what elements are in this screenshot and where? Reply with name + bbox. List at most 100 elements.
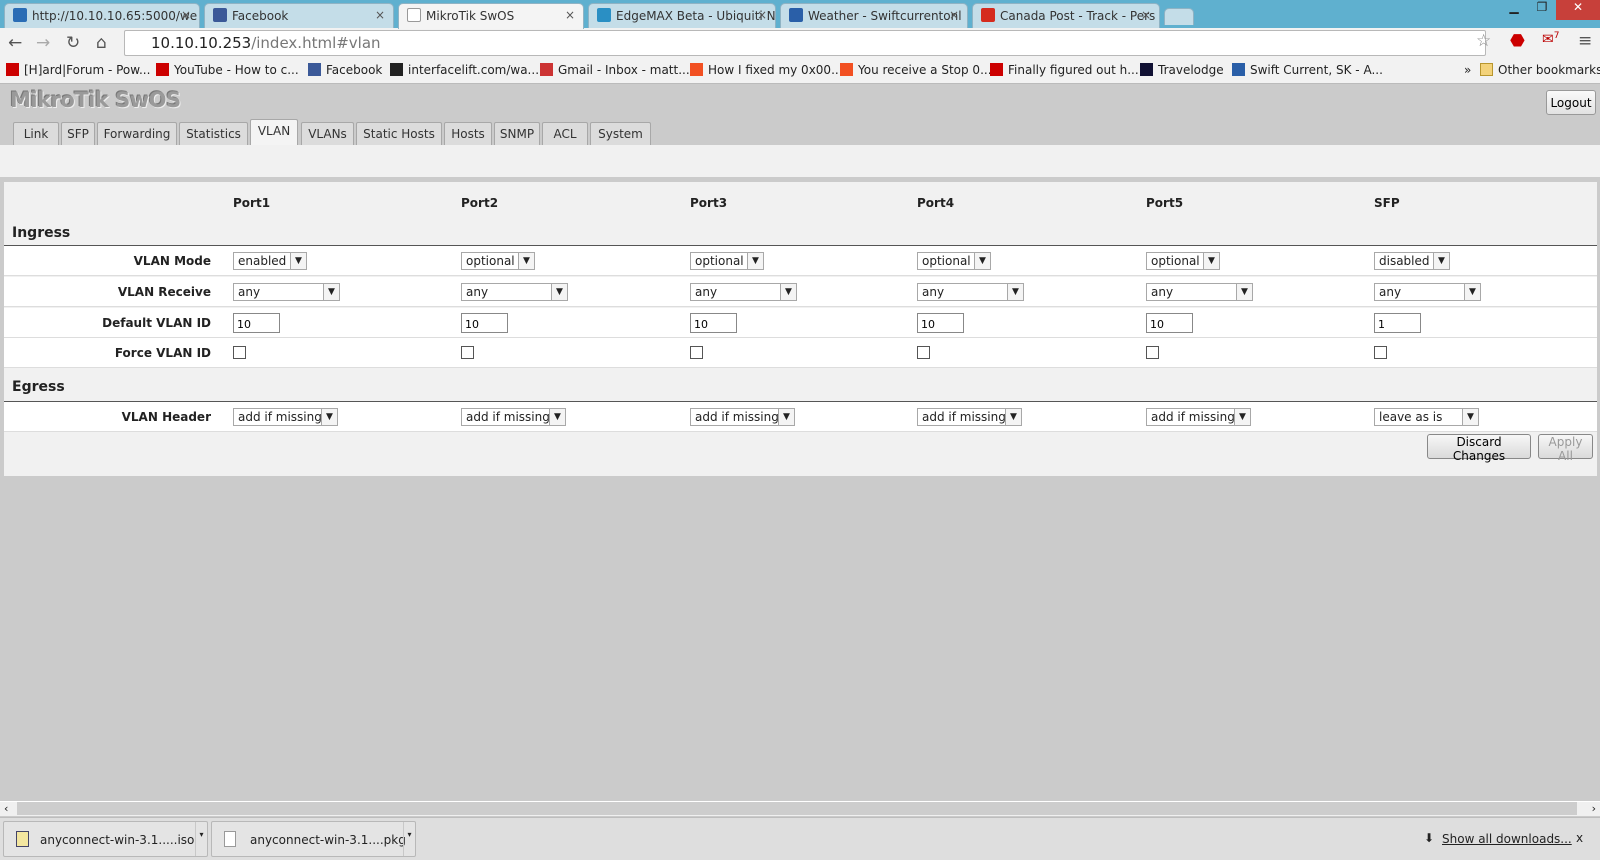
- download-item[interactable]: anyconnect-win-3.1.....iso ▾: [3, 821, 208, 857]
- close-tab-icon[interactable]: ×: [181, 8, 191, 22]
- microsoft-icon: [840, 63, 853, 76]
- header-select[interactable]: add if missing ▼: [461, 408, 566, 426]
- other-bookmarks[interactable]: Other bookmarks: [1480, 63, 1600, 77]
- force-vlan-id-checkbox[interactable]: [690, 346, 703, 359]
- mode-select[interactable]: disabled ▼: [1374, 252, 1450, 270]
- bookmark-item[interactable]: How I fixed my 0x00...: [690, 63, 843, 77]
- globe-icon: [789, 8, 803, 22]
- download-menu-icon[interactable]: ▾: [195, 822, 207, 856]
- tab-snmp[interactable]: SNMP: [494, 122, 540, 145]
- force-vlan-id-checkbox[interactable]: [461, 346, 474, 359]
- default-vlan-id-input[interactable]: [1146, 313, 1193, 333]
- tab-vlan[interactable]: VLAN: [250, 119, 298, 145]
- mode-select[interactable]: optional ▼: [917, 252, 991, 270]
- default-vlan-id-input[interactable]: [690, 313, 737, 333]
- logout-button[interactable]: Logout: [1546, 90, 1596, 115]
- show-all-downloads-link[interactable]: Show all downloads...: [1442, 832, 1572, 846]
- apply-all-button[interactable]: Apply All: [1538, 434, 1593, 463]
- forward-icon[interactable]: →: [36, 33, 50, 53]
- adblock-icon[interactable]: ⬣: [1510, 31, 1525, 51]
- force-vlan-id-checkbox[interactable]: [1146, 346, 1159, 359]
- default-vlan-id-input[interactable]: [1374, 313, 1421, 333]
- browser-tab[interactable]: Canada Post - Track - Pers ×: [972, 3, 1160, 28]
- bookmark-item[interactable]: Finally figured out h...: [990, 63, 1139, 77]
- ubiquiti-icon: [597, 8, 611, 22]
- receive-select[interactable]: any ▼: [917, 283, 1024, 301]
- close-tab-icon[interactable]: ×: [565, 8, 575, 22]
- gmail-checker-icon[interactable]: ✉7: [1542, 31, 1559, 48]
- bookmark-item[interactable]: You receive a Stop 0...: [840, 63, 992, 77]
- default-vlan-id-input[interactable]: [917, 313, 964, 333]
- file-icon: [224, 831, 236, 847]
- default-vlan-id-input[interactable]: [233, 313, 280, 333]
- tab-system[interactable]: System: [590, 122, 651, 145]
- browser-tab[interactable]: Weather - Swiftcurrentonl ×: [780, 3, 968, 28]
- chevron-down-icon: ▼: [551, 284, 567, 300]
- close-tab-icon[interactable]: ×: [1141, 8, 1151, 22]
- download-item[interactable]: anyconnect-win-3.1....pkg ▾: [211, 821, 416, 857]
- bookmark-item[interactable]: Gmail - Inbox - matt...: [540, 63, 690, 77]
- scrollbar-thumb[interactable]: [17, 802, 1577, 815]
- download-menu-icon[interactable]: ▾: [403, 822, 415, 856]
- browser-tab[interactable]: Facebook ×: [204, 3, 394, 28]
- bookmark-item[interactable]: [H]ard|Forum - Pow...: [6, 63, 150, 77]
- globe-icon: [1232, 63, 1245, 76]
- header-select[interactable]: leave as is ▼: [1374, 408, 1479, 426]
- page-icon: [407, 8, 421, 22]
- browser-toolbar: ← → ↻ ⌂ 10.10.10.253/index.html#vlan ☆ ⬣…: [0, 28, 1600, 59]
- close-tab-icon[interactable]: ×: [375, 8, 385, 22]
- mode-select[interactable]: optional ▼: [461, 252, 535, 270]
- receive-select[interactable]: any ▼: [461, 283, 568, 301]
- browser-tab[interactable]: MikroTik SwOS ×: [398, 3, 584, 29]
- bookmark-item[interactable]: Facebook: [308, 63, 382, 77]
- header-select[interactable]: add if missing ▼: [917, 408, 1022, 426]
- reload-icon[interactable]: ↻: [66, 33, 80, 53]
- tab-acl[interactable]: ACL: [542, 122, 588, 145]
- header-select[interactable]: add if missing ▼: [690, 408, 795, 426]
- back-icon[interactable]: ←: [8, 33, 22, 53]
- tab-static-hosts[interactable]: Static Hosts: [356, 122, 442, 145]
- menu-icon[interactable]: ≡: [1578, 31, 1592, 51]
- tab-statistics[interactable]: Statistics: [179, 122, 248, 145]
- force-vlan-id-checkbox[interactable]: [917, 346, 930, 359]
- tab-forwarding[interactable]: Forwarding: [97, 122, 177, 145]
- home-icon[interactable]: ⌂: [96, 33, 107, 53]
- bookmark-item[interactable]: YouTube - How to c...: [156, 63, 299, 77]
- browser-tab[interactable]: EdgeMAX Beta - Ubiquiti N ×: [588, 3, 776, 28]
- scroll-right-icon[interactable]: ›: [1592, 802, 1596, 815]
- address-bar[interactable]: 10.10.10.253/index.html#vlan: [124, 30, 1486, 56]
- force-vlan-id-checkbox[interactable]: [1374, 346, 1387, 359]
- mode-select[interactable]: optional ▼: [690, 252, 764, 270]
- bookmark-item[interactable]: Travelodge: [1140, 63, 1224, 77]
- bookmarks-overflow[interactable]: »: [1464, 63, 1471, 77]
- close-window-button[interactable]: ✕: [1556, 0, 1600, 20]
- tab-link[interactable]: Link: [13, 122, 59, 145]
- tab-sfp[interactable]: SFP: [61, 122, 95, 145]
- default-vlan-id-input[interactable]: [461, 313, 508, 333]
- close-tab-icon[interactable]: ×: [757, 8, 767, 22]
- receive-select[interactable]: any ▼: [690, 283, 797, 301]
- tab-hosts[interactable]: Hosts: [444, 122, 492, 145]
- scroll-left-icon[interactable]: ‹: [4, 802, 8, 815]
- mode-select[interactable]: enabled ▼: [233, 252, 307, 270]
- force-vlan-id-checkbox[interactable]: [233, 346, 246, 359]
- bookmark-item[interactable]: interfacelift.com/wa...: [390, 63, 539, 77]
- bookmark-item[interactable]: Swift Current, SK - A...: [1232, 63, 1383, 77]
- receive-select[interactable]: any ▼: [1374, 283, 1481, 301]
- header-select[interactable]: add if missing ▼: [233, 408, 338, 426]
- bookmark-star-icon[interactable]: ☆: [1476, 31, 1491, 51]
- header-select[interactable]: add if missing ▼: [1146, 408, 1251, 426]
- new-tab-button[interactable]: [1164, 8, 1194, 25]
- chevron-down-icon: ▼: [747, 253, 763, 269]
- close-downloads-button[interactable]: x: [1576, 831, 1583, 845]
- minimize-button[interactable]: ▁: [1500, 0, 1528, 20]
- close-tab-icon[interactable]: ×: [949, 8, 959, 22]
- browser-tab[interactable]: http://10.10.10.65:5000/we ×: [4, 3, 200, 28]
- restore-button[interactable]: ❐: [1528, 0, 1556, 20]
- port-header: Port4: [917, 196, 955, 210]
- receive-select[interactable]: any ▼: [233, 283, 340, 301]
- discard-changes-button[interactable]: Discard Changes: [1427, 434, 1531, 463]
- receive-select[interactable]: any ▼: [1146, 283, 1253, 301]
- tab-vlans[interactable]: VLANs: [301, 122, 354, 145]
- mode-select[interactable]: optional ▼: [1146, 252, 1220, 270]
